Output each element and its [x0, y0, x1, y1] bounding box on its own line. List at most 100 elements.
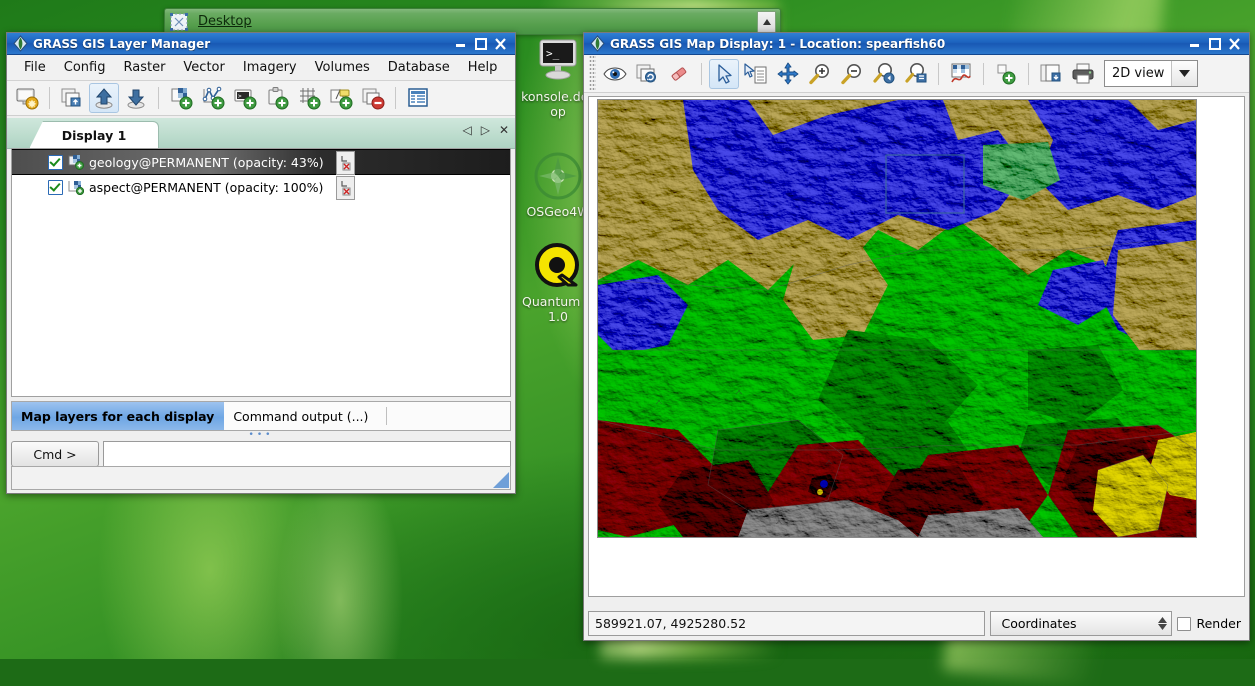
- layer-row-aspect[interactable]: aspect@PERMANENT (opacity: 100%): [12, 175, 510, 200]
- close-button[interactable]: [1227, 37, 1242, 51]
- grass-leaf-icon: [589, 35, 606, 52]
- add-group-button[interactable]: [262, 83, 292, 113]
- layer-checkbox[interactable]: [48, 179, 63, 195]
- return-to-previous-zoom-button[interactable]: [869, 59, 899, 89]
- map-image[interactable]: [597, 99, 1197, 538]
- layer-label: geology@PERMANENT (opacity: 43%): [89, 154, 324, 170]
- minimize-button[interactable]: [453, 37, 468, 51]
- add-command-layer-button[interactable]: >_: [230, 83, 260, 113]
- map-display-toolbar[interactable]: 2D view: [584, 55, 1249, 93]
- menu-vector[interactable]: Vector: [174, 57, 233, 78]
- pan-button[interactable]: [773, 59, 803, 89]
- next-display-button[interactable]: ▷: [481, 124, 490, 136]
- minimize-button[interactable]: [1187, 37, 1202, 51]
- map-display-window[interactable]: GRASS GIS Map Display: 1 - Location: spe…: [583, 32, 1250, 641]
- add-labels-layer-button[interactable]: [326, 83, 356, 113]
- map-raster: [598, 100, 1196, 537]
- tab-display-1[interactable]: Display 1: [29, 121, 159, 149]
- delete-layer-button[interactable]: [358, 83, 388, 113]
- menu-help[interactable]: Help: [459, 57, 507, 78]
- desktop-icons: >_ konsole.des op OSGeo4W: [508, 36, 583, 366]
- opacity-button[interactable]: [336, 151, 355, 175]
- query-raster-vector-button[interactable]: [741, 59, 771, 89]
- render-label: Render: [1196, 616, 1241, 631]
- command-row[interactable]: Cmd >: [11, 441, 511, 467]
- layer-manager-toolbar[interactable]: >_: [7, 81, 515, 116]
- cmd-prompt-button[interactable]: Cmd >: [11, 441, 99, 467]
- add-map-elements-button[interactable]: [991, 59, 1021, 89]
- spinner-updown-icon[interactable]: [1158, 617, 1168, 630]
- toolbar-separator: [395, 87, 396, 109]
- save-display-to-file-button[interactable]: [1036, 59, 1066, 89]
- display-notebook-bar[interactable]: Display 1 ◁ ▷ ✕: [7, 118, 515, 149]
- desktop-icon-label: Quantum G: [521, 294, 583, 309]
- map-display-titlebar[interactable]: GRASS GIS Map Display: 1 - Location: spe…: [584, 33, 1249, 55]
- layer-manager-menubar[interactable]: File Config Raster Vector Imagery Volume…: [7, 55, 515, 81]
- prev-display-button[interactable]: ◁: [462, 124, 471, 136]
- erase-display-button[interactable]: [664, 59, 694, 89]
- tab-command-output[interactable]: Command output (...): [224, 402, 378, 430]
- desktop-icon-label: OSGeo4W: [526, 204, 583, 219]
- menu-database[interactable]: Database: [379, 57, 459, 78]
- zoom-options-button[interactable]: [901, 59, 931, 89]
- grass-leaf-icon: [12, 35, 29, 52]
- desktop-icon-quantum-gis[interactable]: Quantum G 1.0: [510, 241, 583, 324]
- create-new-workspace-button[interactable]: [57, 83, 87, 113]
- opacity-button[interactable]: [336, 176, 355, 200]
- add-raster-layer-button[interactable]: [166, 83, 196, 113]
- render-toggle[interactable]: Render: [1177, 616, 1245, 631]
- analyze-map-button[interactable]: [946, 59, 976, 89]
- scroll-up-icon[interactable]: [757, 10, 776, 33]
- save-workspace-button[interactable]: [121, 83, 151, 113]
- close-button[interactable]: [493, 37, 508, 51]
- maximize-button[interactable]: [1207, 37, 1222, 51]
- layer-manager-window[interactable]: GRASS GIS Layer Manager File Config Rast…: [6, 32, 516, 494]
- layer-list[interactable]: geology@PERMANENT (opacity: 43%) aspect@…: [11, 148, 511, 397]
- menu-raster[interactable]: Raster: [114, 57, 174, 78]
- layer-manager-titlebar[interactable]: GRASS GIS Layer Manager: [7, 33, 515, 55]
- start-new-display-button[interactable]: [12, 83, 42, 113]
- add-vector-layer-button[interactable]: [198, 83, 228, 113]
- toolbar-separator: [1028, 62, 1029, 85]
- maximize-button[interactable]: [473, 37, 488, 51]
- desktop-icon-osgeo4w[interactable]: OSGeo4W: [510, 151, 583, 219]
- menu-config[interactable]: Config: [55, 57, 115, 78]
- toolbar-separator: [983, 62, 984, 85]
- chevron-down-icon[interactable]: [1171, 61, 1198, 86]
- svg-text:>_: >_: [546, 47, 560, 60]
- zoom-out-button[interactable]: [837, 59, 867, 89]
- cmd-input[interactable]: [103, 441, 511, 467]
- menu-imagery[interactable]: Imagery: [234, 57, 306, 78]
- desktop-icon-label-2: 1.0: [548, 309, 568, 324]
- splitter-handle[interactable]: •••: [7, 431, 515, 440]
- desktop-icon-konsole[interactable]: >_ konsole.des op: [510, 36, 583, 119]
- status-selector-combo[interactable]: Coordinates: [990, 611, 1173, 636]
- resize-grip[interactable]: [493, 472, 509, 488]
- open-workspace-button[interactable]: [89, 83, 119, 113]
- map-canvas[interactable]: [588, 96, 1245, 597]
- menu-file[interactable]: File: [15, 57, 55, 78]
- add-grid-layer-button[interactable]: [294, 83, 324, 113]
- zoom-in-button[interactable]: [805, 59, 835, 89]
- toolbar-separator: [938, 62, 939, 85]
- map-display-window-buttons: [1187, 37, 1247, 51]
- pointer-button[interactable]: [709, 58, 739, 89]
- menu-volumes[interactable]: Volumes: [306, 57, 379, 78]
- view-mode-combo[interactable]: 2D view: [1104, 60, 1199, 87]
- toolbar-drag-handle[interactable]: [589, 55, 596, 92]
- desktop-icon-label-2: op: [550, 104, 566, 119]
- map-display-statusbar: 589921.07, 4925280.52 Coordinates Render: [588, 611, 1245, 636]
- close-display-button[interactable]: ✕: [499, 124, 509, 136]
- desktop-panel[interactable]: Desktop: [164, 8, 781, 35]
- layer-row-geology[interactable]: geology@PERMANENT (opacity: 43%): [12, 149, 510, 175]
- display-map-button[interactable]: [600, 59, 630, 89]
- render-map-button[interactable]: [632, 59, 662, 89]
- layer-checkbox[interactable]: [48, 154, 63, 170]
- desktop-panel-label: Desktop: [198, 14, 252, 29]
- render-checkbox[interactable]: [1177, 616, 1192, 631]
- show-attribute-table-button[interactable]: [403, 83, 433, 113]
- display-notebook-nav: ◁ ▷ ✕: [462, 124, 509, 136]
- print-map-button[interactable]: [1068, 59, 1098, 89]
- tab-map-layers[interactable]: Map layers for each display: [12, 402, 225, 430]
- layer-manager-bottom-tabs[interactable]: Map layers for each display Command outp…: [11, 401, 511, 431]
